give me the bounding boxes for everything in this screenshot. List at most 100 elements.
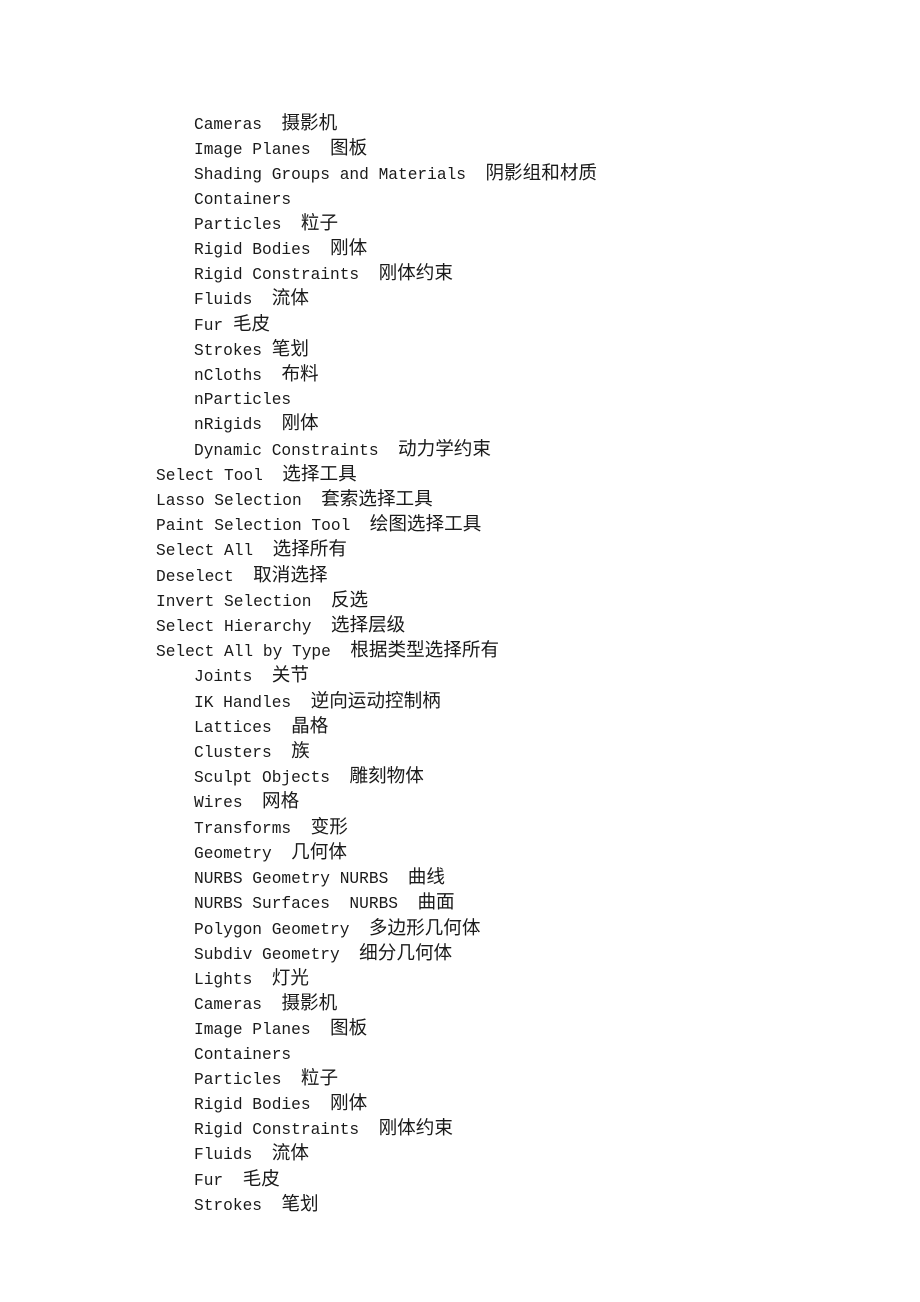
menu-entry-line: Deselect 取消选择 <box>156 564 876 589</box>
menu-entry-english: Subdiv Geometry <box>194 945 340 964</box>
menu-entry-line: Particles 粒子 <box>156 212 876 237</box>
menu-entry-gap <box>302 492 321 510</box>
menu-entry-chinese: 动力学约束 <box>398 438 491 460</box>
menu-entry-chinese: 刚体 <box>330 1092 368 1114</box>
menu-entry-gap <box>291 694 310 712</box>
menu-entry-chinese: 选择层级 <box>330 615 406 637</box>
menu-entry-english: Paint Selection Tool <box>156 517 351 536</box>
menu-entry-chinese: 布料 <box>281 364 319 386</box>
menu-entry-chinese: 阴影组和材质 <box>485 163 598 185</box>
menu-entry-gap <box>340 946 359 964</box>
menu-entry-english: Select Hierarchy <box>156 618 312 637</box>
menu-entry-line: Lasso Selection 套索选择工具 <box>156 488 876 513</box>
menu-entry-english: Invert Selection <box>156 592 312 611</box>
menu-entry-line: NURBS Surfaces NURBS 曲面 <box>156 891 876 916</box>
menu-entry-english: Fluids <box>194 291 253 310</box>
menu-entry-gap <box>262 416 281 434</box>
menu-entry-gap <box>311 141 330 159</box>
menu-entry-chinese: 粒子 <box>300 1067 339 1089</box>
menu-entry-english: Lattices <box>194 718 272 737</box>
menu-entry-line: Lights 灯光 <box>156 967 876 992</box>
menu-entry-chinese: 流体 <box>271 288 309 310</box>
menu-entry-gap <box>281 216 300 234</box>
menu-entry-chinese: 选择工具 <box>282 463 357 485</box>
menu-entry-line: Fur 毛皮 <box>156 313 876 338</box>
menu-entry-gap <box>359 266 378 284</box>
menu-entry-english: Transforms <box>194 819 292 838</box>
menu-entry-chinese: 套索选择工具 <box>321 489 433 511</box>
menu-entry-gap <box>311 593 330 611</box>
menu-entry-english: Image Planes <box>194 1021 311 1040</box>
menu-entry-english: nCloths <box>194 367 262 386</box>
menu-entry-chinese: 刚体约束 <box>378 263 453 285</box>
menu-entry-chinese: 图板 <box>330 138 368 160</box>
menu-entry-line: Image Planes 图板 <box>156 137 876 162</box>
menu-entry-line: Fur 毛皮 <box>156 1168 876 1193</box>
menu-entry-line: Select Tool 选择工具 <box>156 463 876 488</box>
menu-entry-line: Joints 关节 <box>156 664 876 689</box>
menu-entry-line: Rigid Constraints 刚体约束 <box>156 1117 876 1142</box>
menu-entry-chinese: 关节 <box>271 665 309 687</box>
menu-entry-chinese: 笔划 <box>281 1193 319 1215</box>
menu-entry-chinese: 选择所有 <box>272 539 347 561</box>
menu-entry-line: Dynamic Constraints 动力学约束 <box>156 438 876 463</box>
menu-entry-chinese: 多边形几何体 <box>368 917 481 939</box>
menu-entry-line: Rigid Bodies 刚体 <box>156 237 876 262</box>
menu-entry-line: nRigids 刚体 <box>156 412 876 437</box>
menu-entry-english: Select All by Type <box>156 643 331 662</box>
menu-entry-line: Lattices 晶格 <box>156 715 876 740</box>
menu-entry-line: Fluids 流体 <box>156 287 876 312</box>
menu-entry-chinese: 毛皮 <box>232 313 271 335</box>
menu-entry-english: Select All <box>156 542 254 561</box>
menu-entry-chinese: 刚体 <box>330 238 368 260</box>
menu-entry-chinese: 几何体 <box>291 841 347 863</box>
menu-entry-chinese: 曲面 <box>417 892 455 914</box>
menu-entry-gap <box>252 291 271 309</box>
menu-entry-english: Containers <box>194 190 292 209</box>
menu-entry-gap <box>379 442 398 460</box>
menu-translation-list: Cameras 摄影机 Image Planes 图板 Shading Groups… <box>156 112 876 1218</box>
menu-entry-gap <box>331 643 350 661</box>
menu-entry-line: Fluids 流体 <box>156 1142 876 1167</box>
menu-entry-gap <box>252 1146 271 1164</box>
menu-entry-english: Image Planes <box>194 141 311 160</box>
menu-entry-gap <box>311 241 330 259</box>
menu-entry-line: Select All by Type 根据类型选择所有 <box>156 639 876 664</box>
menu-entry-gap <box>252 668 271 686</box>
menu-entry-english: Wires <box>194 794 243 813</box>
menu-entry-gap <box>262 367 281 385</box>
menu-entry-gap <box>262 342 272 360</box>
menu-entry-line: Strokes 笔划 <box>156 338 876 363</box>
menu-entry-english: Strokes <box>194 1196 262 1215</box>
menu-entry-english: Geometry <box>194 844 272 863</box>
menu-entry-english: Rigid Constraints <box>194 266 360 285</box>
menu-entry-english: Fur <box>194 1171 224 1190</box>
menu-entry-english: Strokes <box>194 341 262 360</box>
menu-entry-chinese: 曲线 <box>407 867 445 889</box>
menu-entry-english: Rigid Constraints <box>194 1121 360 1140</box>
menu-entry-english: Clusters <box>194 744 272 763</box>
menu-entry-chinese: 反选 <box>330 589 369 611</box>
menu-entry-english: Containers <box>194 1045 292 1064</box>
menu-entry-gap <box>311 618 330 636</box>
menu-entry-gap <box>262 996 281 1014</box>
menu-entry-gap <box>291 820 310 838</box>
menu-entry-chinese: 刚体约束 <box>378 1118 453 1140</box>
menu-entry-chinese: 摄影机 <box>281 993 338 1015</box>
menu-entry-gap <box>466 166 485 184</box>
menu-entry-line: Subdiv Geometry 细分几何体 <box>156 942 876 967</box>
menu-entry-line: Select All 选择所有 <box>156 538 876 563</box>
menu-entry-chinese: 取消选择 <box>253 564 328 586</box>
menu-entry-gap <box>398 895 417 913</box>
menu-entry-gap <box>350 517 369 535</box>
menu-entry-line: Sculpt Objects 雕刻物体 <box>156 765 876 790</box>
menu-entry-gap <box>262 1197 281 1215</box>
menu-entry-line: Clusters 族 <box>156 740 876 765</box>
menu-entry-line: IK Handles 逆向运动控制柄 <box>156 690 876 715</box>
menu-entry-chinese: 雕刻物体 <box>349 766 424 788</box>
menu-entry-line: Rigid Constraints 刚体约束 <box>156 262 876 287</box>
menu-entry-gap <box>349 921 368 939</box>
menu-entry-gap <box>223 317 233 335</box>
menu-entry-gap <box>311 1096 330 1114</box>
menu-entry-line: Strokes 笔划 <box>156 1193 876 1218</box>
